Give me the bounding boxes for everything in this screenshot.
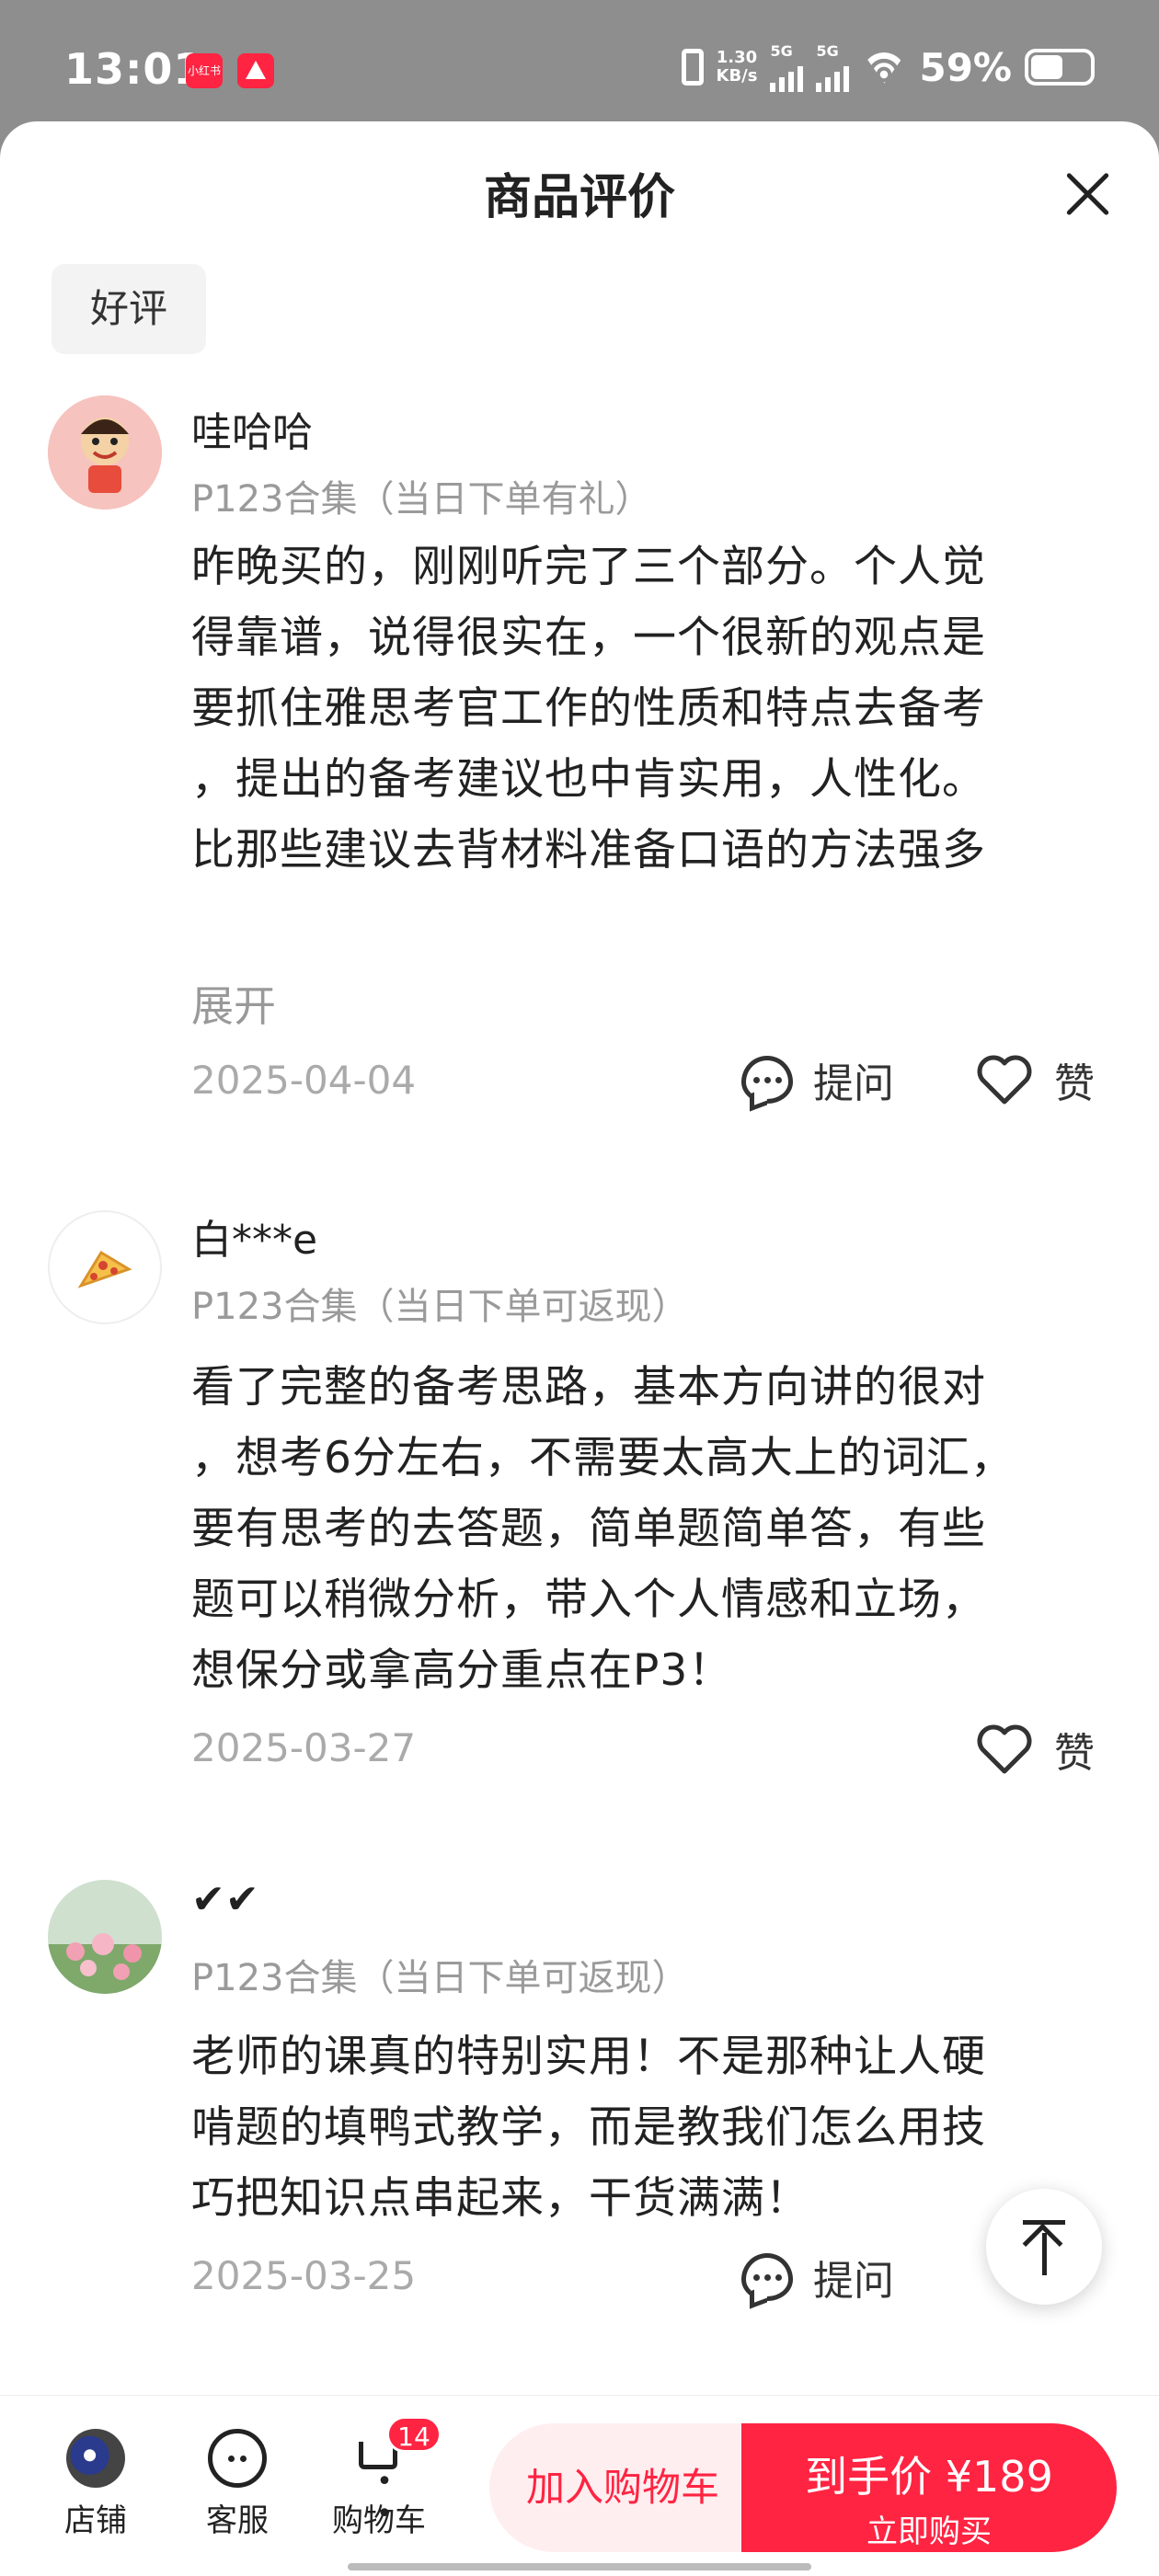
like-button[interactable]: 赞 <box>975 1050 1095 1109</box>
chat-bubble-icon <box>741 1056 793 1104</box>
like-button[interactable]: 赞 <box>975 1720 1095 1779</box>
home-indicator[interactable] <box>348 2563 811 2570</box>
store-button[interactable]: 店铺 <box>40 2429 151 2540</box>
heart-icon <box>977 1724 1032 1774</box>
review-line: 比那些建议去背材料准备口语的方法强多 <box>191 825 986 876</box>
buy-now-label: 立即购买 <box>866 2513 992 2550</box>
review-line: 啃题的填鸭式教学，而是教我们怎么用技 <box>191 2102 986 2153</box>
review-item: 哇哈哈 P123合集（当日下单有礼） 昨晚买的，刚刚听完了三个部分。个人觉 得靠… <box>0 259 1159 876</box>
cart-button[interactable]: 14 购物车 <box>324 2416 442 2540</box>
review-line: 看了完整的备考思路，基本方向讲的很对 <box>191 1362 986 1413</box>
review-username: 哇哈哈 <box>191 409 313 456</box>
status-bar: 13:01 小红书 1.30 KB/s 5G 5G 59% <box>0 0 1159 129</box>
close-icon[interactable] <box>1058 164 1119 224</box>
battery-icon <box>1025 49 1095 86</box>
review-date: 2025-03-25 <box>191 2253 417 2298</box>
review-line: 想保分或拿高分重点在P3！ <box>191 1645 733 1696</box>
xiaohongshu-notification-icon: 小红书 <box>186 53 223 88</box>
back-to-top-button[interactable] <box>986 2189 1102 2305</box>
review-variant: P123合集（当日下单可返现） <box>191 1286 689 1328</box>
avatar-cartoon-icon <box>48 395 162 509</box>
review-line: ，提出的备考建议也中肯实用，人性化。 <box>191 754 986 805</box>
cart-count-badge: 14 <box>386 2416 442 2453</box>
network-speed: 1.30 KB/s <box>716 48 758 86</box>
review-username: ✔✔ <box>191 1876 259 1923</box>
flower-photo-icon <box>48 1880 162 1994</box>
chat-icon <box>208 2429 267 2488</box>
chat-bubble-icon <box>741 2253 793 2301</box>
review-content: 看了完整的备考思路，基本方向讲的很对 ，想考6分左右，不需要太高大上的词汇， 要… <box>191 1352 1093 1706</box>
add-to-cart-button[interactable]: 加入购物车 <box>489 2423 756 2552</box>
avatar[interactable] <box>48 395 162 509</box>
review-username: 白***e <box>191 1217 318 1264</box>
review-line: 要抓住雅思考官工作的性质和特点去备考 <box>191 683 986 734</box>
final-price: 到手价 ¥189 <box>805 2452 1053 2502</box>
review-line: 要有思考的去答题，简单题简单答，有些 <box>191 1504 986 1554</box>
bottom-action-bar: 店铺 客服 14 购物车 加入购物车 到手价 ¥189 立即购买 <box>0 2395 1159 2576</box>
app-notification-icon <box>237 53 274 88</box>
buy-now-button[interactable]: 到手价 ¥189 立即购买 <box>741 2423 1117 2552</box>
heart-icon <box>977 1055 1032 1105</box>
ask-button[interactable]: 提问 <box>741 2248 894 2307</box>
pizza-icon <box>77 1250 132 1288</box>
review-line: 题可以稍微分析，带入个人情感和立场， <box>191 1574 986 1625</box>
review-variant: P123合集（当日下单可返现） <box>191 1957 689 1999</box>
review-content: 老师的课真的特别实用！不是那种让人硬 啃题的填鸭式教学，而是教我们怎么用技 巧把… <box>191 2021 1093 2234</box>
review-line: 昨晚买的，刚刚听完了三个部分。个人觉 <box>191 542 986 592</box>
ask-button[interactable]: 提问 <box>741 1050 894 1109</box>
review-line: 得靠谱，说得很实在，一个很新的观点是 <box>191 613 986 663</box>
review-content: 昨晚买的，刚刚听完了三个部分。个人觉 得靠谱，说得很实在，一个很新的观点是 要抓… <box>191 532 1093 886</box>
review-date: 2025-03-27 <box>191 1725 417 1770</box>
battery-percent: 59% <box>919 44 1012 90</box>
vibrate-icon <box>681 49 704 86</box>
arrow-up-icon <box>1022 2223 1063 2264</box>
wifi-icon <box>862 49 906 86</box>
review-line: 老师的课真的特别实用！不是那种让人硬 <box>191 2032 986 2082</box>
sheet-title: 商品评价 <box>483 170 675 225</box>
store-avatar-icon <box>66 2429 125 2488</box>
signal-icon-2: 5G <box>816 42 850 92</box>
review-date: 2025-04-04 <box>191 1058 417 1103</box>
review-variant: P123合集（当日下单有礼） <box>191 478 652 521</box>
avatar[interactable] <box>48 1210 162 1324</box>
status-indicators: 1.30 KB/s 5G 5G 59% <box>681 42 1095 92</box>
signal-icon-1: 5G <box>770 42 804 92</box>
expand-link[interactable]: 展开 <box>191 973 276 1034</box>
avatar[interactable] <box>48 1880 162 1994</box>
review-line: ，想考6分左右，不需要太高大上的词汇， <box>191 1433 1015 1483</box>
cart-icon: 14 <box>350 2416 442 2530</box>
status-time: 13:01 <box>64 44 204 94</box>
customer-service-button[interactable]: 客服 <box>182 2429 293 2540</box>
review-line: 巧把知识点串起来，干货满满！ <box>191 2173 809 2224</box>
